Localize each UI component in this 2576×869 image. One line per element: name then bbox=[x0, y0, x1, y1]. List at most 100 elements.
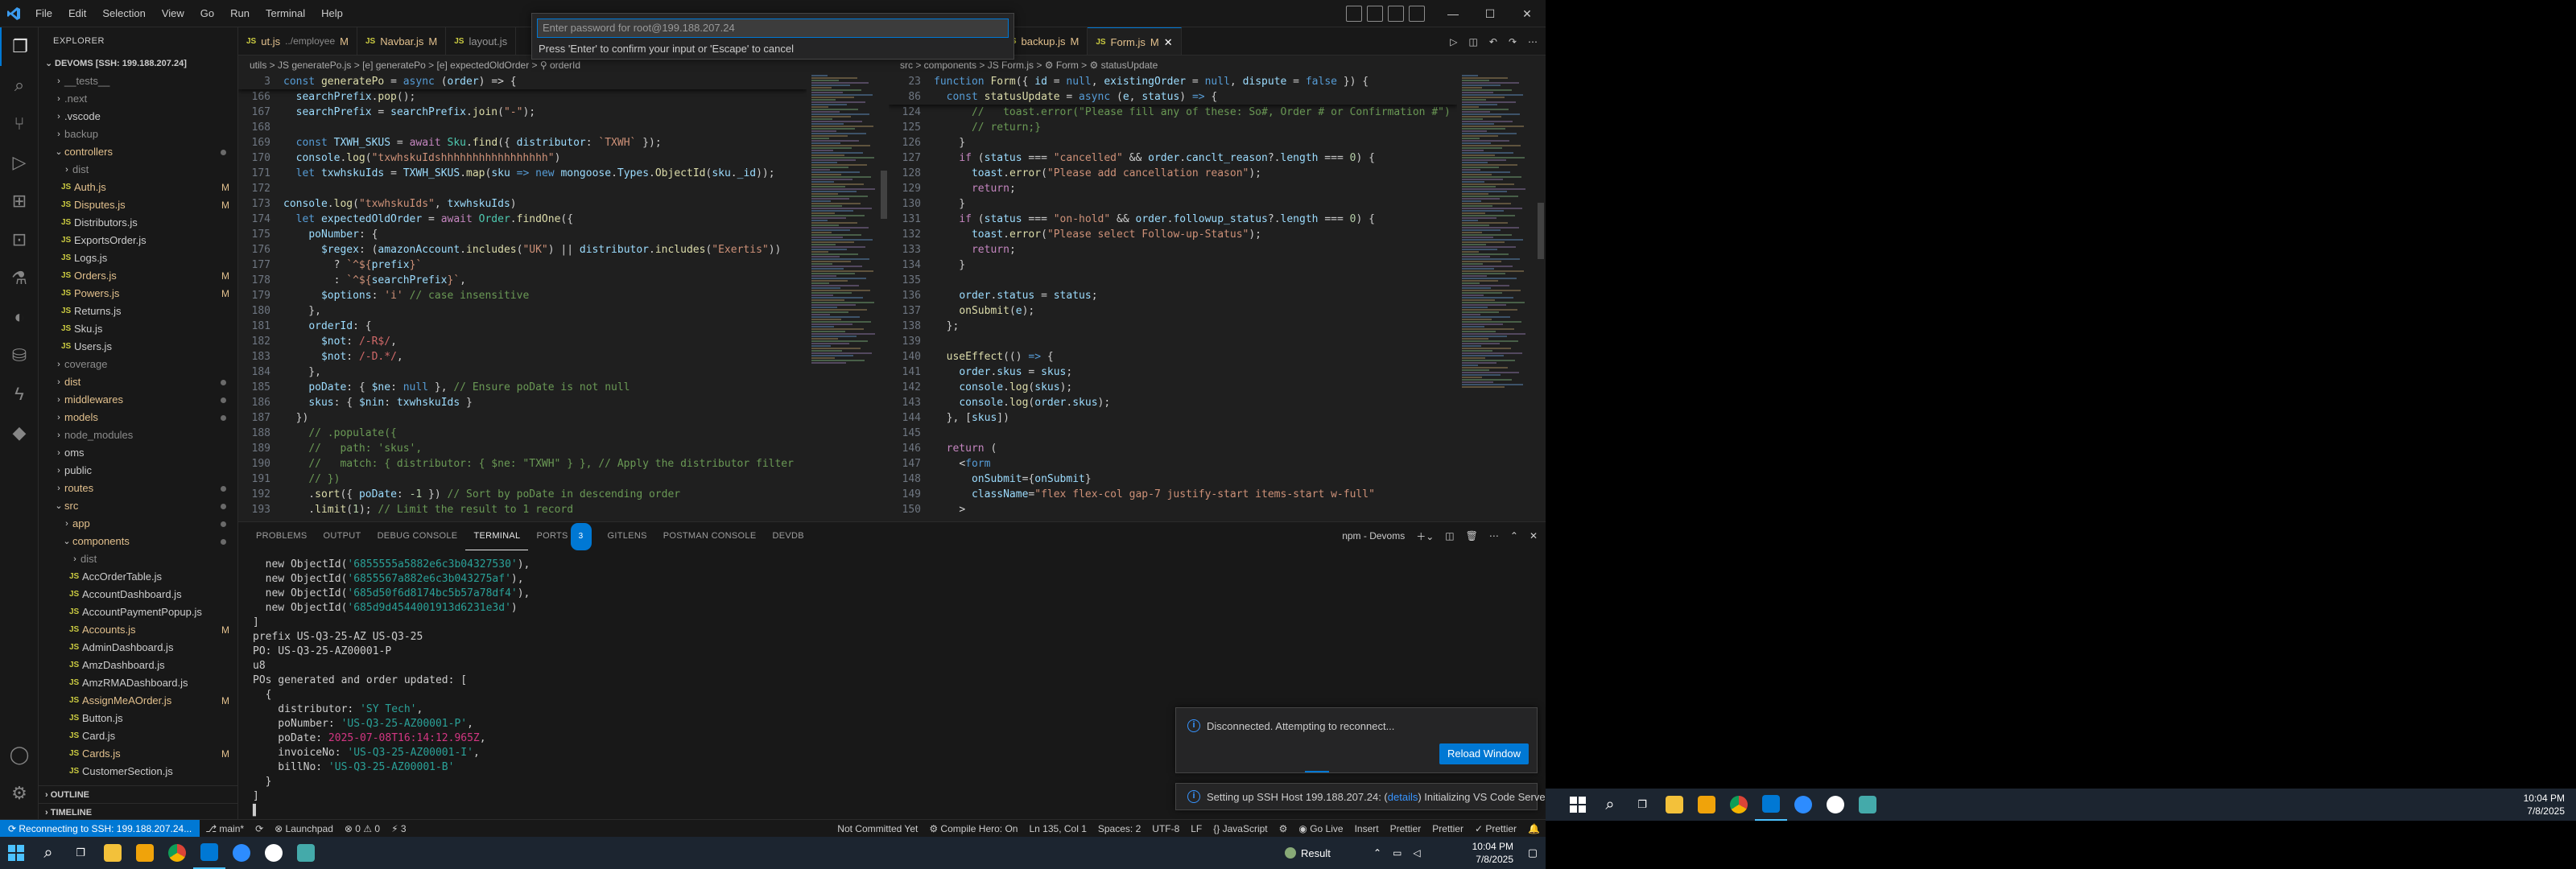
panel-tab-postman-console[interactable]: POSTMAN CONSOLE bbox=[655, 522, 765, 550]
code-editor-right[interactable]: 124 // toast.error("Please fill any of t… bbox=[889, 74, 1457, 521]
tree-folder[interactable]: › .next bbox=[39, 90, 237, 108]
status-item[interactable]: Not Committed Yet bbox=[832, 823, 923, 834]
tree-file[interactable]: JS AssignMeAOrder.js M bbox=[39, 692, 237, 710]
tree-folder[interactable]: › middlewares bbox=[39, 391, 237, 409]
start-icon[interactable] bbox=[0, 837, 32, 869]
close-panel-icon[interactable]: ✕ bbox=[1530, 530, 1538, 542]
menu-view[interactable]: View bbox=[154, 0, 192, 27]
code-line[interactable]: 133 return; bbox=[889, 242, 1457, 257]
code-line[interactable]: 126 } bbox=[889, 135, 1457, 150]
weather-widget[interactable]: Result bbox=[1285, 847, 1331, 859]
panel-tab-gitlens[interactable]: GITLENS bbox=[600, 522, 655, 550]
tree-folder[interactable]: › dist bbox=[39, 550, 237, 568]
tree-file[interactable]: JS ExportsOrder.js bbox=[39, 232, 237, 249]
scrollbar-right[interactable] bbox=[1536, 74, 1546, 521]
timeline-section[interactable]: › TIMELINE bbox=[39, 803, 237, 819]
code-line[interactable]: 127 if (status === "cancelled" && order.… bbox=[889, 150, 1457, 166]
accounts-icon[interactable]: ◯ bbox=[0, 735, 39, 774]
code-line[interactable]: 188 // .populate({ bbox=[238, 426, 807, 441]
tree-folder[interactable]: › app bbox=[39, 515, 237, 533]
tree-folder[interactable]: › __tests__ bbox=[39, 72, 237, 90]
code-line[interactable]: 180 }, bbox=[238, 303, 807, 319]
editor-tab[interactable]: JS Form.js M ✕ bbox=[1088, 27, 1182, 55]
sticky-line[interactable]: 86 const statusUpdate = async (e, status… bbox=[889, 89, 1457, 105]
code-line[interactable]: 178 : `^${searchPrefix}`, bbox=[238, 273, 807, 288]
tree-folder[interactable]: › node_modules bbox=[39, 426, 237, 444]
code-line[interactable]: 191 // }) bbox=[238, 472, 807, 487]
tree-file[interactable]: JS Button.js bbox=[39, 710, 237, 727]
code-line[interactable]: 186 skus: { $nin: txwhskuIds } bbox=[238, 395, 807, 410]
code-line[interactable]: 193 .limit(1); // Limit the result to 1 … bbox=[238, 502, 807, 517]
search-taskbar-icon[interactable]: ⌕ bbox=[32, 837, 64, 869]
minimap-right[interactable] bbox=[1457, 74, 1536, 521]
kill-terminal-icon[interactable]: 🗑 bbox=[1466, 530, 1478, 542]
code-line[interactable]: 169 const TXWH_SKUS = await Sku.find({ d… bbox=[238, 135, 807, 150]
status-item[interactable]: Prettier bbox=[1385, 823, 1427, 834]
panel-tab-terminal[interactable]: TERMINAL bbox=[465, 522, 529, 550]
chrome-icon[interactable] bbox=[161, 837, 193, 869]
status-item[interactable]: 🔔 bbox=[1522, 823, 1546, 834]
split-editor-icon[interactable]: ◫ bbox=[1469, 36, 1478, 47]
extensions-icon[interactable]: ⊞ bbox=[0, 182, 39, 220]
more-icon[interactable]: ⋯ bbox=[1489, 530, 1499, 542]
app2-icon[interactable] bbox=[290, 837, 322, 869]
editor-tab[interactable]: JS ut.js ../employee M bbox=[238, 27, 357, 55]
store-icon[interactable] bbox=[129, 837, 161, 869]
app-icon[interactable] bbox=[1819, 789, 1852, 821]
run-icon[interactable]: ▷ bbox=[1450, 36, 1457, 47]
maximize-icon[interactable]: ☐ bbox=[1472, 0, 1509, 27]
code-line[interactable]: 147 <form bbox=[889, 456, 1457, 472]
tree-folder[interactable]: › .vscode bbox=[39, 108, 237, 126]
tree-file[interactable]: JS Logs.js bbox=[39, 249, 237, 267]
code-line[interactable]: 129 return; bbox=[889, 181, 1457, 196]
status-item[interactable]: ⚙ Compile Hero: On bbox=[923, 823, 1023, 834]
tree-folder[interactable]: › coverage bbox=[39, 356, 237, 373]
status-item[interactable]: ⚙ bbox=[1274, 823, 1294, 834]
status-item[interactable]: ⊗ Launchpad bbox=[269, 823, 339, 834]
search-taskbar-icon[interactable]: ⌕ bbox=[1594, 789, 1626, 821]
tree-folder[interactable]: › routes bbox=[39, 480, 237, 497]
details-link[interactable]: details bbox=[1388, 791, 1418, 803]
reload-window-button[interactable]: Reload Window bbox=[1439, 743, 1529, 764]
new-terminal-icon[interactable]: ＋⌄ bbox=[1416, 529, 1434, 543]
file-explorer-icon[interactable] bbox=[97, 837, 129, 869]
search-icon[interactable]: ⌕ bbox=[0, 66, 39, 105]
code-line[interactable]: 148 onSubmit={onSubmit} bbox=[889, 472, 1457, 487]
tree-folder[interactable]: › dist bbox=[39, 161, 237, 179]
code-line[interactable]: 168 bbox=[238, 120, 807, 135]
close-icon[interactable]: ✕ bbox=[1509, 0, 1546, 27]
code-line[interactable]: 146 return ( bbox=[889, 441, 1457, 456]
code-line[interactable]: 134 } bbox=[889, 257, 1457, 273]
tree-folder[interactable]: › oms bbox=[39, 444, 237, 462]
menu-file[interactable]: File bbox=[27, 0, 60, 27]
app-icon[interactable] bbox=[258, 837, 290, 869]
code-line[interactable]: 143 console.log(order.skus); bbox=[889, 395, 1457, 410]
split-terminal-icon[interactable]: ◫ bbox=[1445, 530, 1454, 542]
tree-file[interactable]: JS Orders.js M bbox=[39, 267, 237, 285]
code-line[interactable]: 182 $not: /-R$/, bbox=[238, 334, 807, 349]
tree-folder[interactable]: › public bbox=[39, 462, 237, 480]
code-line[interactable]: 167 searchPrefix = searchPrefix.join("-"… bbox=[238, 105, 807, 120]
store-icon[interactable] bbox=[1690, 789, 1723, 821]
code-line[interactable]: 192 .sort({ poDate: -1 }) // Sort by poD… bbox=[238, 487, 807, 502]
status-item[interactable]: Ln 135, Col 1 bbox=[1023, 823, 1092, 834]
panel-tab-devdb[interactable]: DEVDB bbox=[764, 522, 811, 550]
password-input[interactable]: Enter password for root@199.188.207.24 bbox=[537, 19, 1009, 38]
go-back-icon[interactable]: ↶ bbox=[1489, 36, 1497, 47]
code-line[interactable]: 174 let expectedOldOrder = await Order.f… bbox=[238, 212, 807, 227]
code-line[interactable]: 138 }; bbox=[889, 319, 1457, 334]
chrome-icon[interactable] bbox=[1723, 789, 1755, 821]
toggle-primary-sidebar-icon[interactable] bbox=[1346, 6, 1362, 22]
run-debug-icon[interactable]: ▷ bbox=[0, 143, 39, 182]
sticky-line[interactable]: 23 function Form({ id = null, existingOrd… bbox=[889, 74, 1457, 89]
scrollbar-left[interactable] bbox=[879, 74, 889, 521]
remote-indicator[interactable]: ⟳ Reconnecting to SSH: 199.188.207.24... bbox=[0, 819, 200, 838]
terminal-output[interactable]: new ObjectId('6855555a5882e6c3b04327530'… bbox=[253, 558, 530, 818]
menu-run[interactable]: Run bbox=[222, 0, 258, 27]
tree-file[interactable]: JS Powers.js M bbox=[39, 285, 237, 303]
code-line[interactable]: 172 bbox=[238, 181, 807, 196]
code-editor-left[interactable]: 166 searchPrefix.pop(); 167 searchPrefix … bbox=[238, 74, 807, 521]
status-item[interactable]: ◉ Go Live bbox=[1293, 823, 1348, 834]
menu-terminal[interactable]: Terminal bbox=[258, 0, 313, 27]
tree-file[interactable]: JS CustomerSection.js bbox=[39, 763, 237, 780]
